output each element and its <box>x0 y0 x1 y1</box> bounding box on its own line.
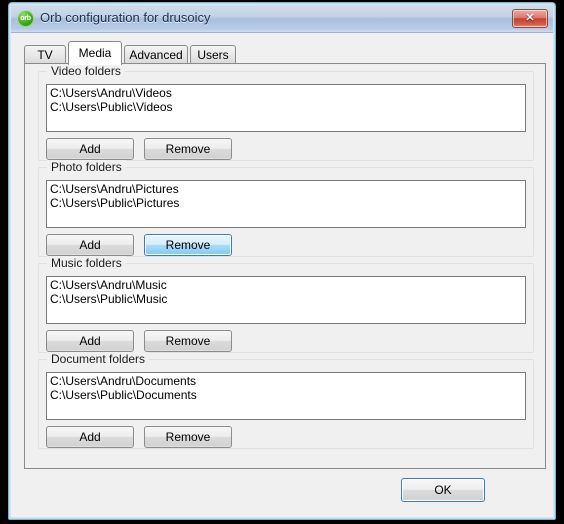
remove-button-music-folders[interactable]: Remove <box>144 330 232 352</box>
add-button-music-folders[interactable]: Add <box>46 330 134 352</box>
ok-button[interactable]: OK <box>401 478 485 502</box>
list-item[interactable]: C:\Users\Public\Videos <box>50 100 522 114</box>
remove-button-video-folders[interactable]: Remove <box>144 138 232 160</box>
list-item[interactable]: C:\Users\Public\Music <box>50 292 522 306</box>
orb-icon: orb <box>17 10 34 27</box>
close-button[interactable]: ✕ <box>512 9 548 28</box>
group-document-folders: Document folders C:\Users\Andru\Documents… <box>38 352 534 449</box>
group-photo-folders: Photo folders C:\Users\Andru\Pictures C:\U… <box>38 160 534 257</box>
remove-button-photo-folders[interactable]: Remove <box>144 234 232 256</box>
group-video-folders: Video folders C:\Users\Andru\Videos C:\Use… <box>38 64 534 161</box>
folder-list-video-folders[interactable]: C:\Users\Andru\Videos C:\Users\Public\Vid… <box>46 84 526 132</box>
tab-advanced[interactable]: Advanced <box>124 45 188 64</box>
folder-list-document-folders[interactable]: C:\Users\Andru\Documents C:\Users\Public\… <box>46 372 526 420</box>
list-item[interactable]: C:\Users\Andru\Music <box>50 278 522 292</box>
add-button-photo-folders[interactable]: Add <box>46 234 134 256</box>
group-legend-document-folders: Document folders <box>47 352 150 366</box>
dialog-window: orb Orb configuration for drusoicy ✕ TV M… <box>8 2 556 520</box>
group-legend-photo-folders: Photo folders <box>47 160 126 174</box>
list-item[interactable]: C:\Users\Andru\Videos <box>50 86 522 100</box>
list-item[interactable]: C:\Users\Public\Documents <box>50 388 522 402</box>
dialog-window-inner: orb Orb configuration for drusoicy ✕ TV M… <box>10 4 554 518</box>
remove-button-document-folders[interactable]: Remove <box>144 426 232 448</box>
folder-list-music-folders[interactable]: C:\Users\Andru\Music C:\Users\Public\Musi… <box>46 276 526 324</box>
list-item[interactable]: C:\Users\Andru\Pictures <box>50 182 522 196</box>
group-legend-music-folders: Music folders <box>47 256 126 270</box>
tab-media[interactable]: Media <box>68 41 122 65</box>
tab-tv[interactable]: TV <box>24 45 66 64</box>
title-bar[interactable]: orb Orb configuration for drusoicy ✕ <box>11 5 553 33</box>
group-music-folders: Music folders C:\Users\Andru\Music C:\User… <box>38 256 534 353</box>
add-button-document-folders[interactable]: Add <box>46 426 134 448</box>
window-title: Orb configuration for drusoicy <box>40 10 211 25</box>
group-legend-video-folders: Video folders <box>47 64 125 78</box>
tab-users[interactable]: Users <box>190 45 236 64</box>
tab-panel-media: Video folders C:\Users\Andru\Videos C:\Use… <box>24 63 546 469</box>
add-button-video-folders[interactable]: Add <box>46 138 134 160</box>
close-icon: ✕ <box>525 12 535 24</box>
folder-list-photo-folders[interactable]: C:\Users\Andru\Pictures C:\Users\Public\P… <box>46 180 526 228</box>
list-item[interactable]: C:\Users\Public\Pictures <box>50 196 522 210</box>
list-item[interactable]: C:\Users\Andru\Documents <box>50 374 522 388</box>
